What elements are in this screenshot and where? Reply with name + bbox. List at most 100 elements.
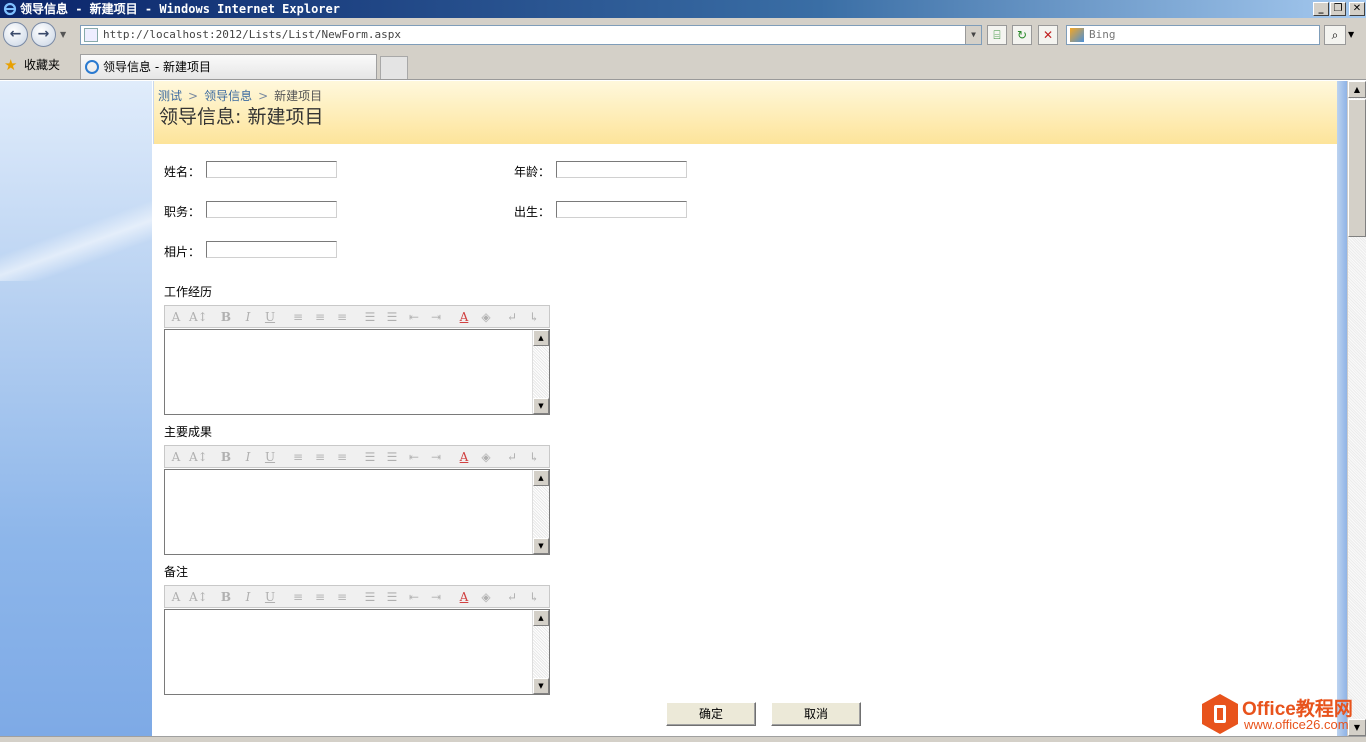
align-right-icon[interactable]: ≡ <box>333 309 351 325</box>
achievements-textarea[interactable]: ▲ ▼ <box>164 469 550 555</box>
text-color-icon[interactable]: A <box>455 449 473 465</box>
underline-icon[interactable]: U <box>261 449 279 465</box>
underline-icon[interactable]: U <box>261 309 279 325</box>
right-to-left-icon[interactable]: ↳ <box>525 589 543 605</box>
compatibility-view-icon[interactable]: ⌸ <box>987 25 1007 45</box>
address-bar[interactable]: http://localhost:2012/Lists/List/NewForm… <box>80 25 982 45</box>
right-to-left-icon[interactable]: ↳ <box>525 309 543 325</box>
scroll-down-icon[interactable]: ▼ <box>533 398 549 414</box>
work-history-label: 工作经历 <box>164 285 213 299</box>
italic-icon[interactable]: I <box>239 449 257 465</box>
page-title: 领导信息: 新建项目 <box>159 106 324 128</box>
left-to-right-icon[interactable]: ↵ <box>503 309 521 325</box>
birth-input[interactable] <box>556 201 687 218</box>
text-color-icon[interactable]: A <box>455 309 473 325</box>
decrease-indent-icon[interactable]: ⇤ <box>405 449 423 465</box>
highlight-color-icon[interactable]: ◈ <box>477 309 495 325</box>
align-left-icon[interactable]: ≡ <box>289 589 307 605</box>
stop-icon[interactable]: ✕ <box>1038 25 1058 45</box>
align-center-icon[interactable]: ≡ <box>311 589 329 605</box>
age-input[interactable] <box>556 161 687 178</box>
breadcrumb-link-list[interactable]: 领导信息 <box>204 89 252 103</box>
align-left-icon[interactable]: ≡ <box>289 309 307 325</box>
scroll-up-icon[interactable]: ▲ <box>533 610 549 626</box>
numbered-list-icon[interactable]: ☰ <box>361 589 379 605</box>
font-icon[interactable]: A <box>167 449 185 465</box>
align-right-icon[interactable]: ≡ <box>333 589 351 605</box>
highlight-color-icon[interactable]: ◈ <box>477 449 495 465</box>
position-input[interactable] <box>206 201 337 218</box>
new-tab-button[interactable] <box>380 56 408 79</box>
maximize-button[interactable]: ❐ <box>1330 2 1346 16</box>
forward-button[interactable]: → <box>31 22 56 47</box>
decrease-indent-icon[interactable]: ⇤ <box>405 589 423 605</box>
address-dropdown-icon[interactable]: ▼ <box>965 26 981 44</box>
increase-indent-icon[interactable]: ⇥ <box>427 309 445 325</box>
name-input[interactable] <box>206 161 337 178</box>
scroll-up-icon[interactable]: ▲ <box>533 330 549 346</box>
page-header: 测试 > 领导信息 > 新建项目 领导信息: 新建项目 <box>153 81 1337 144</box>
highlight-color-icon[interactable]: ◈ <box>477 589 495 605</box>
editor-scrollbar[interactable]: ▲ ▼ <box>532 330 549 414</box>
refresh-icon[interactable]: ↻ <box>1012 25 1032 45</box>
editor-scrollbar[interactable]: ▲ ▼ <box>532 470 549 554</box>
work-history-textarea[interactable]: ▲ ▼ <box>164 329 550 415</box>
photo-input[interactable] <box>206 241 337 258</box>
numbered-list-icon[interactable]: ☰ <box>361 449 379 465</box>
increase-indent-icon[interactable]: ⇥ <box>427 589 445 605</box>
page-scroll-up-icon[interactable]: ▲ <box>1348 81 1366 98</box>
scroll-up-icon[interactable]: ▲ <box>533 470 549 486</box>
tab-title: 领导信息 - 新建项目 <box>103 60 211 74</box>
scroll-down-icon[interactable]: ▼ <box>533 538 549 554</box>
recent-pages-dropdown-icon[interactable]: ▼ <box>60 30 66 39</box>
align-center-icon[interactable]: ≡ <box>311 309 329 325</box>
breadcrumb-link-site[interactable]: 测试 <box>158 89 182 103</box>
tab-current[interactable]: 领导信息 - 新建项目 <box>80 54 377 79</box>
editor-toolbar: A A↕ B I U ≡ ≡ ≡ ☰ ☰ ⇤ ⇥ A ◈ ↵ ↳ <box>164 305 550 328</box>
font-size-icon[interactable]: A↕ <box>189 589 208 605</box>
bullet-list-icon[interactable]: ☰ <box>383 309 401 325</box>
search-icon[interactable]: ⌕ <box>1324 25 1346 45</box>
bold-icon[interactable]: B <box>217 309 235 325</box>
font-size-icon[interactable]: A↕ <box>189 449 208 465</box>
text-color-icon[interactable]: A <box>455 589 473 605</box>
bold-icon[interactable]: B <box>217 589 235 605</box>
increase-indent-icon[interactable]: ⇥ <box>427 449 445 465</box>
italic-icon[interactable]: I <box>239 589 257 605</box>
back-button[interactable]: ← <box>3 22 28 47</box>
favorites-label: 收藏夹 <box>24 58 61 72</box>
ok-button[interactable]: 确定 <box>666 702 756 726</box>
right-border <box>1337 81 1347 736</box>
scroll-down-icon[interactable]: ▼ <box>533 678 549 694</box>
underline-icon[interactable]: U <box>261 589 279 605</box>
page-scroll-thumb[interactable] <box>1348 99 1366 237</box>
notes-textarea[interactable]: ▲ ▼ <box>164 609 550 695</box>
favorites-bar: ★ 收藏夹 领导信息 - 新建项目 <box>0 52 1366 80</box>
favorites-button[interactable]: ★ 收藏夹 <box>4 57 60 73</box>
minimize-button[interactable]: _ <box>1313 2 1329 16</box>
decrease-indent-icon[interactable]: ⇤ <box>405 309 423 325</box>
search-input[interactable]: Bing <box>1066 25 1320 45</box>
page-scrollbar[interactable]: ▲ ▼ <box>1347 81 1366 736</box>
search-options-dropdown-icon[interactable]: ▼ <box>1348 30 1354 39</box>
ie-logo-icon <box>3 2 17 16</box>
left-to-right-icon[interactable]: ↵ <box>503 449 521 465</box>
font-size-icon[interactable]: A↕ <box>189 309 208 325</box>
cancel-button[interactable]: 取消 <box>771 702 861 726</box>
align-left-icon[interactable]: ≡ <box>289 449 307 465</box>
align-right-icon[interactable]: ≡ <box>333 449 351 465</box>
search-placeholder: Bing <box>1089 28 1116 41</box>
font-icon[interactable]: A <box>167 309 185 325</box>
align-center-icon[interactable]: ≡ <box>311 449 329 465</box>
window-title: 领导信息 - 新建项目 - Windows Internet Explorer <box>20 2 340 16</box>
bullet-list-icon[interactable]: ☰ <box>383 589 401 605</box>
font-icon[interactable]: A <box>167 589 185 605</box>
close-window-button[interactable]: ✕ <box>1349 2 1365 16</box>
left-to-right-icon[interactable]: ↵ <box>503 589 521 605</box>
italic-icon[interactable]: I <box>239 309 257 325</box>
editor-scrollbar[interactable]: ▲ ▼ <box>532 610 549 694</box>
right-to-left-icon[interactable]: ↳ <box>525 449 543 465</box>
bullet-list-icon[interactable]: ☰ <box>383 449 401 465</box>
numbered-list-icon[interactable]: ☰ <box>361 309 379 325</box>
bold-icon[interactable]: B <box>217 449 235 465</box>
